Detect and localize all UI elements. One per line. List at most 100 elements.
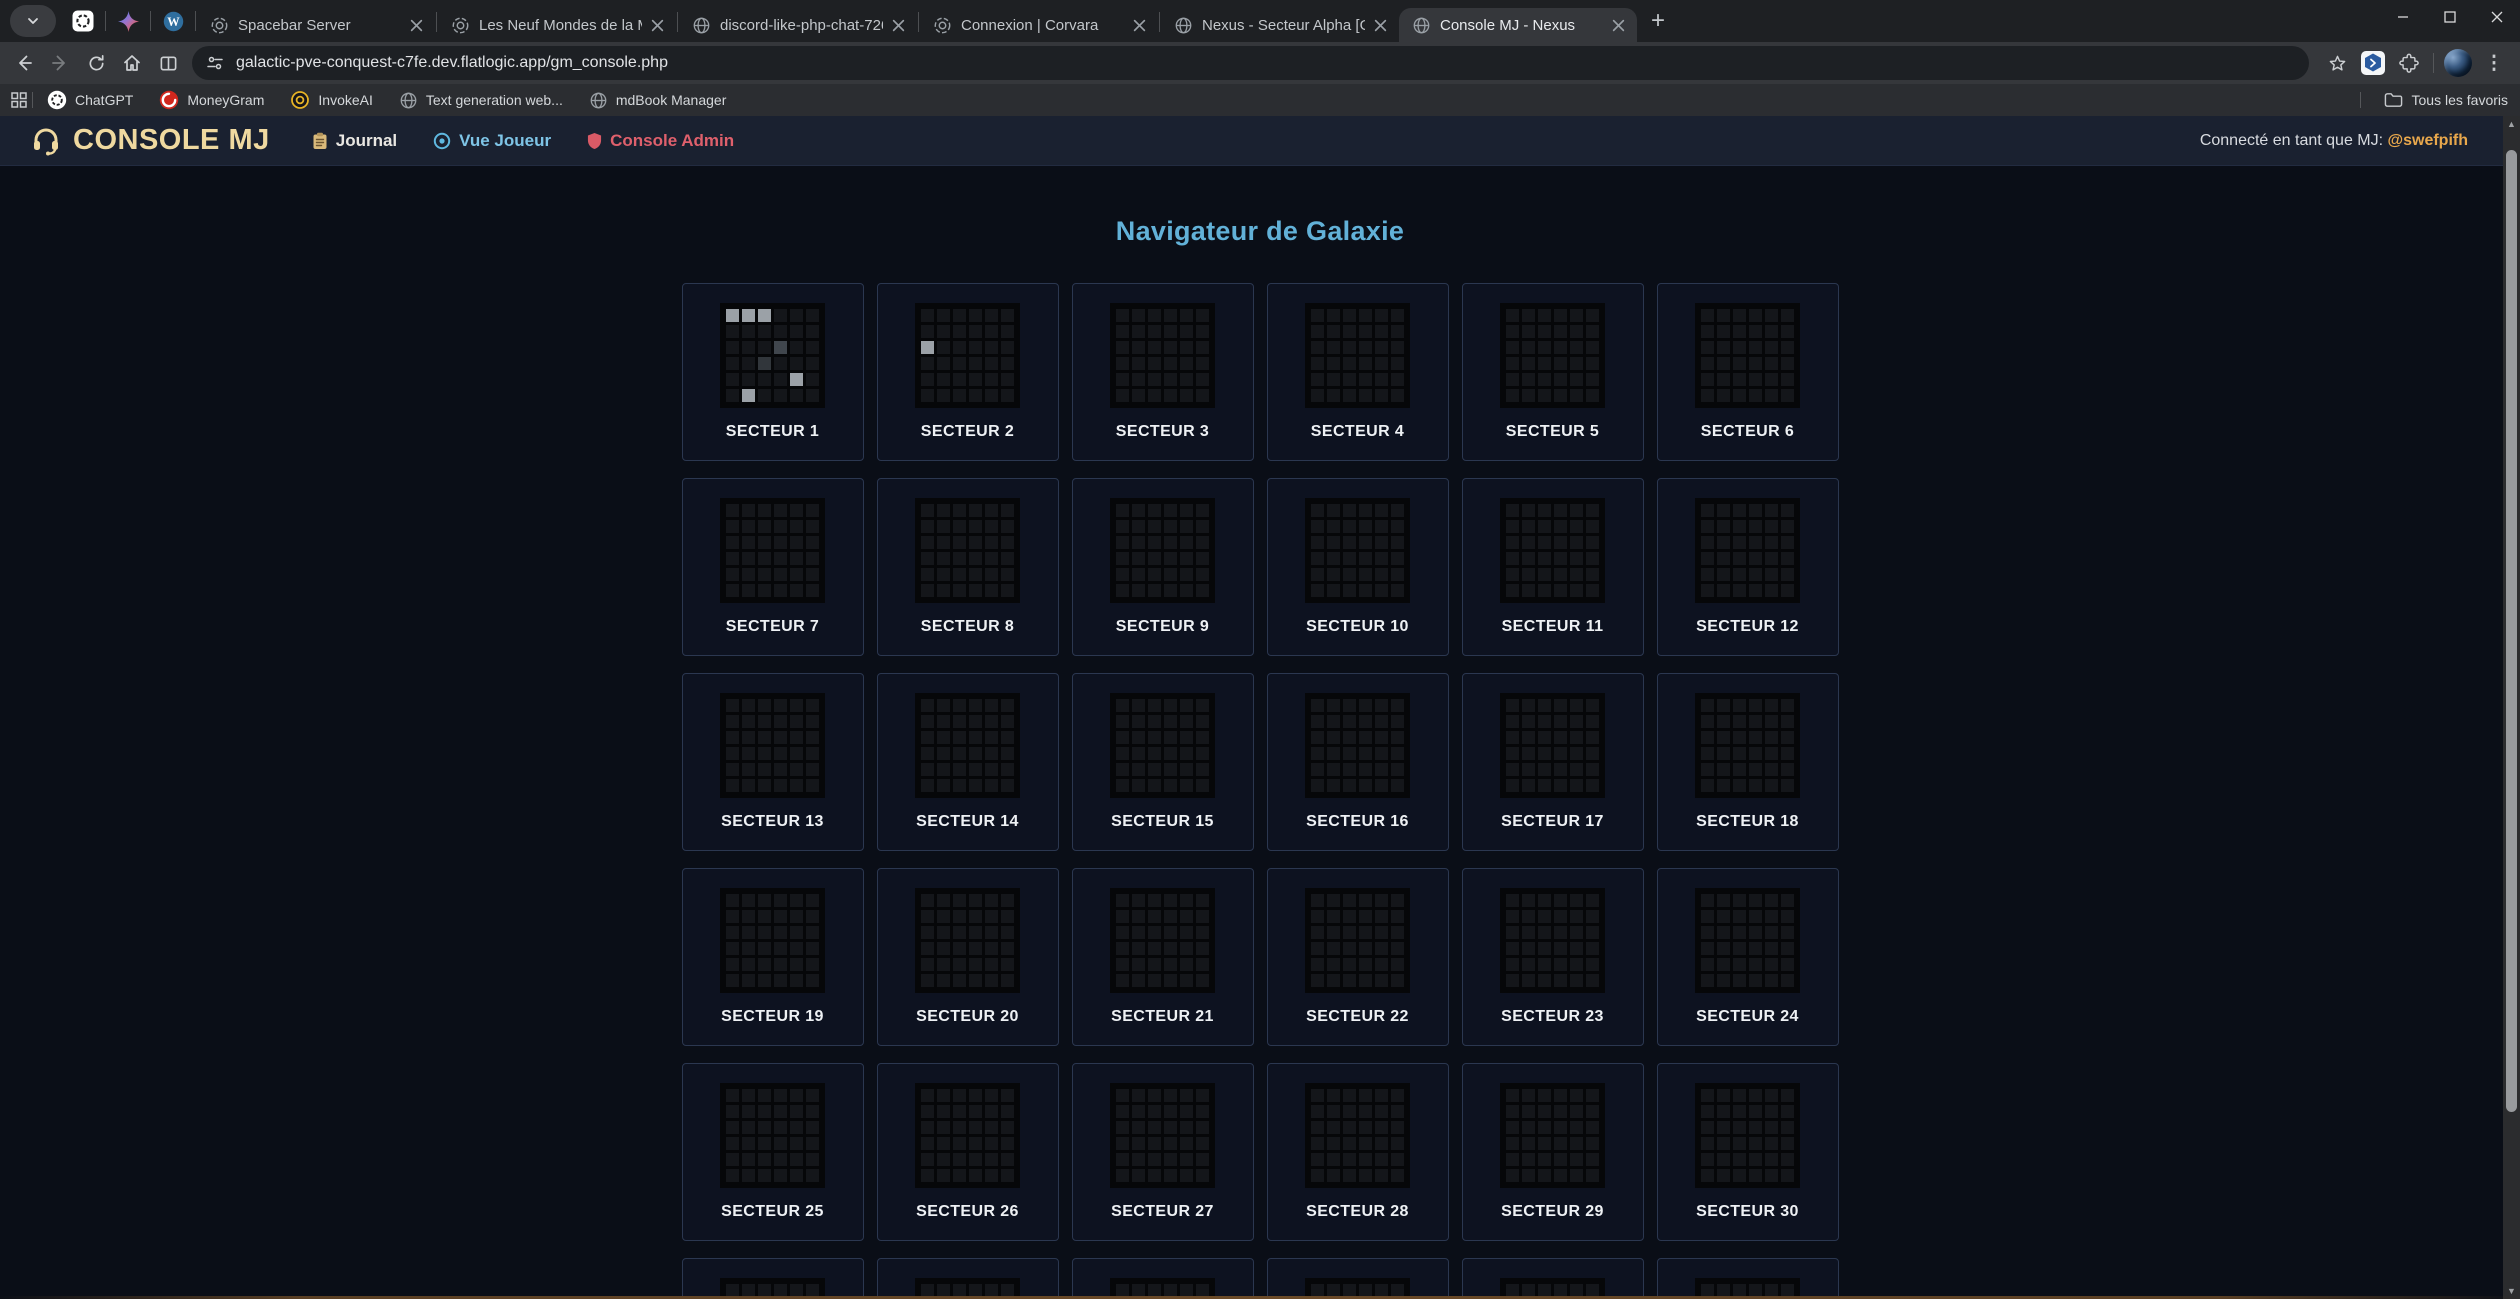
reload-button[interactable] bbox=[78, 45, 114, 81]
profile-avatar[interactable] bbox=[2444, 49, 2472, 77]
mini-map-cell bbox=[1781, 552, 1794, 565]
sector-card[interactable]: SECTEUR 26 bbox=[877, 1063, 1059, 1241]
nav-player-view[interactable]: Vue Joueur bbox=[433, 131, 551, 151]
browser-tab[interactable]: Nexus - Secteur Alpha [G1] bbox=[1161, 8, 1399, 42]
minimize-button[interactable] bbox=[2379, 0, 2426, 34]
sector-card[interactable]: SECTEUR 5 bbox=[1462, 283, 1644, 461]
wordpress-icon[interactable]: W bbox=[163, 11, 184, 32]
sector-card[interactable]: SECTEUR 21 bbox=[1072, 868, 1254, 1046]
sector-card[interactable]: SECTEUR 13 bbox=[682, 673, 864, 851]
mini-map-cell bbox=[1132, 357, 1145, 370]
sector-card[interactable]: SECTEUR 32 bbox=[877, 1258, 1059, 1299]
sector-card[interactable]: SECTEUR 15 bbox=[1072, 673, 1254, 851]
sector-card[interactable]: SECTEUR 33 bbox=[1072, 1258, 1254, 1299]
bookmark-item[interactable]: ChatGPT bbox=[47, 90, 133, 110]
site-info-icon[interactable] bbox=[206, 54, 224, 72]
chatgpt-icon[interactable] bbox=[72, 10, 94, 32]
side-panel-icon[interactable] bbox=[150, 45, 186, 81]
address-bar[interactable]: galactic-pve-conquest-c7fe.dev.flatlogic… bbox=[192, 46, 2309, 80]
tab-close-icon[interactable] bbox=[1609, 16, 1627, 34]
sector-card[interactable]: SECTEUR 19 bbox=[682, 868, 864, 1046]
sector-card[interactable]: SECTEUR 28 bbox=[1267, 1063, 1449, 1241]
back-button[interactable] bbox=[6, 45, 42, 81]
forward-button[interactable] bbox=[42, 45, 78, 81]
bookmark-item[interactable]: Text generation web... bbox=[399, 91, 563, 110]
sector-card[interactable]: SECTEUR 10 bbox=[1267, 478, 1449, 656]
mini-map-cell bbox=[806, 341, 819, 354]
pinned-tab-wordpress[interactable]: W bbox=[152, 4, 194, 38]
home-button[interactable] bbox=[114, 45, 150, 81]
apps-grid-icon[interactable] bbox=[10, 91, 28, 109]
extension-badge-icon[interactable] bbox=[2355, 45, 2391, 81]
mini-map-cell bbox=[969, 1153, 982, 1166]
mini-map-cell bbox=[790, 536, 803, 549]
sector-card[interactable]: SECTEUR 34 bbox=[1267, 1258, 1449, 1299]
sector-card[interactable]: SECTEUR 22 bbox=[1267, 868, 1449, 1046]
sector-card[interactable]: SECTEUR 2 bbox=[877, 283, 1059, 461]
browser-tab[interactable]: Spacebar Server bbox=[197, 8, 435, 42]
pinned-tab-gemini[interactable] bbox=[107, 4, 149, 38]
mini-map-cell bbox=[1570, 1137, 1583, 1150]
sector-card[interactable]: SECTEUR 1 bbox=[682, 283, 864, 461]
bookmark-item[interactable]: InvokeAI bbox=[290, 90, 372, 110]
sector-card[interactable]: SECTEUR 16 bbox=[1267, 673, 1449, 851]
maximize-button[interactable] bbox=[2426, 0, 2473, 34]
mini-map-cell bbox=[1132, 715, 1145, 728]
mini-map-cell bbox=[806, 504, 819, 517]
sector-card[interactable]: SECTEUR 31 bbox=[682, 1258, 864, 1299]
mini-map-cell bbox=[790, 520, 803, 533]
sector-card[interactable]: SECTEUR 25 bbox=[682, 1063, 864, 1241]
sector-card[interactable]: SECTEUR 27 bbox=[1072, 1063, 1254, 1241]
browser-tab[interactable]: Les Neuf Mondes de la Mytholo bbox=[438, 8, 676, 42]
sector-card[interactable]: SECTEUR 20 bbox=[877, 868, 1059, 1046]
browser-menu-button[interactable]: ⋮ bbox=[2476, 45, 2512, 81]
mini-map-cell bbox=[937, 779, 950, 792]
nav-console-admin[interactable]: Console Admin bbox=[587, 131, 734, 151]
page-scrollbar[interactable]: ▲ ▼ bbox=[2503, 116, 2520, 1299]
all-bookmarks-label[interactable]: Tous les favoris bbox=[2412, 92, 2508, 108]
bookmark-star-icon[interactable] bbox=[2319, 45, 2355, 81]
gemini-icon[interactable] bbox=[118, 11, 139, 32]
scrollbar-thumb[interactable] bbox=[2506, 150, 2517, 1112]
tab-close-icon[interactable] bbox=[889, 16, 907, 34]
sector-card[interactable]: SECTEUR 9 bbox=[1072, 478, 1254, 656]
sector-card[interactable]: SECTEUR 12 bbox=[1657, 478, 1839, 656]
sector-card[interactable]: SECTEUR 3 bbox=[1072, 283, 1254, 461]
sector-card[interactable]: SECTEUR 11 bbox=[1462, 478, 1644, 656]
bookmark-item[interactable]: MoneyGram bbox=[159, 90, 264, 110]
browser-tab[interactable]: Console MJ - Nexus bbox=[1399, 8, 1637, 42]
mini-map-cell bbox=[1327, 1153, 1340, 1166]
app-logo[interactable]: CONSOLE MJ bbox=[30, 124, 270, 157]
pinned-tab-chatgpt[interactable] bbox=[62, 4, 104, 38]
tab-close-icon[interactable] bbox=[1130, 16, 1148, 34]
bookmark-item[interactable]: mdBook Manager bbox=[589, 91, 727, 110]
scrollbar-up-arrow[interactable]: ▲ bbox=[2503, 116, 2520, 132]
nav-journal-label: Journal bbox=[336, 131, 397, 151]
tab-close-icon[interactable] bbox=[648, 16, 666, 34]
mini-map-cell bbox=[1311, 942, 1324, 955]
sector-card[interactable]: SECTEUR 35 bbox=[1462, 1258, 1644, 1299]
mini-map-cell bbox=[742, 1121, 755, 1134]
sector-card[interactable]: SECTEUR 29 bbox=[1462, 1063, 1644, 1241]
tab-search-button[interactable] bbox=[10, 5, 56, 37]
close-window-button[interactable] bbox=[2473, 0, 2520, 34]
sector-card[interactable]: SECTEUR 18 bbox=[1657, 673, 1839, 851]
sector-card[interactable]: SECTEUR 8 bbox=[877, 478, 1059, 656]
sector-card[interactable]: SECTEUR 6 bbox=[1657, 283, 1839, 461]
mini-map-cell bbox=[985, 520, 998, 533]
browser-tab[interactable]: Connexion | Corvara bbox=[920, 8, 1158, 42]
browser-tab[interactable]: discord-like-php-chat-7262.de bbox=[679, 8, 917, 42]
sector-card[interactable]: SECTEUR 36 bbox=[1657, 1258, 1839, 1299]
sector-card[interactable]: SECTEUR 4 bbox=[1267, 283, 1449, 461]
tab-close-icon[interactable] bbox=[1371, 16, 1389, 34]
nav-journal[interactable]: Journal bbox=[312, 131, 397, 151]
tab-close-icon[interactable] bbox=[407, 16, 425, 34]
sector-card[interactable]: SECTEUR 7 bbox=[682, 478, 864, 656]
sector-card[interactable]: SECTEUR 23 bbox=[1462, 868, 1644, 1046]
sector-card[interactable]: SECTEUR 14 bbox=[877, 673, 1059, 851]
new-tab-button[interactable]: + bbox=[1641, 4, 1675, 38]
extensions-puzzle-icon[interactable] bbox=[2391, 45, 2427, 81]
sector-card[interactable]: SECTEUR 17 bbox=[1462, 673, 1644, 851]
sector-card[interactable]: SECTEUR 24 bbox=[1657, 868, 1839, 1046]
sector-card[interactable]: SECTEUR 30 bbox=[1657, 1063, 1839, 1241]
